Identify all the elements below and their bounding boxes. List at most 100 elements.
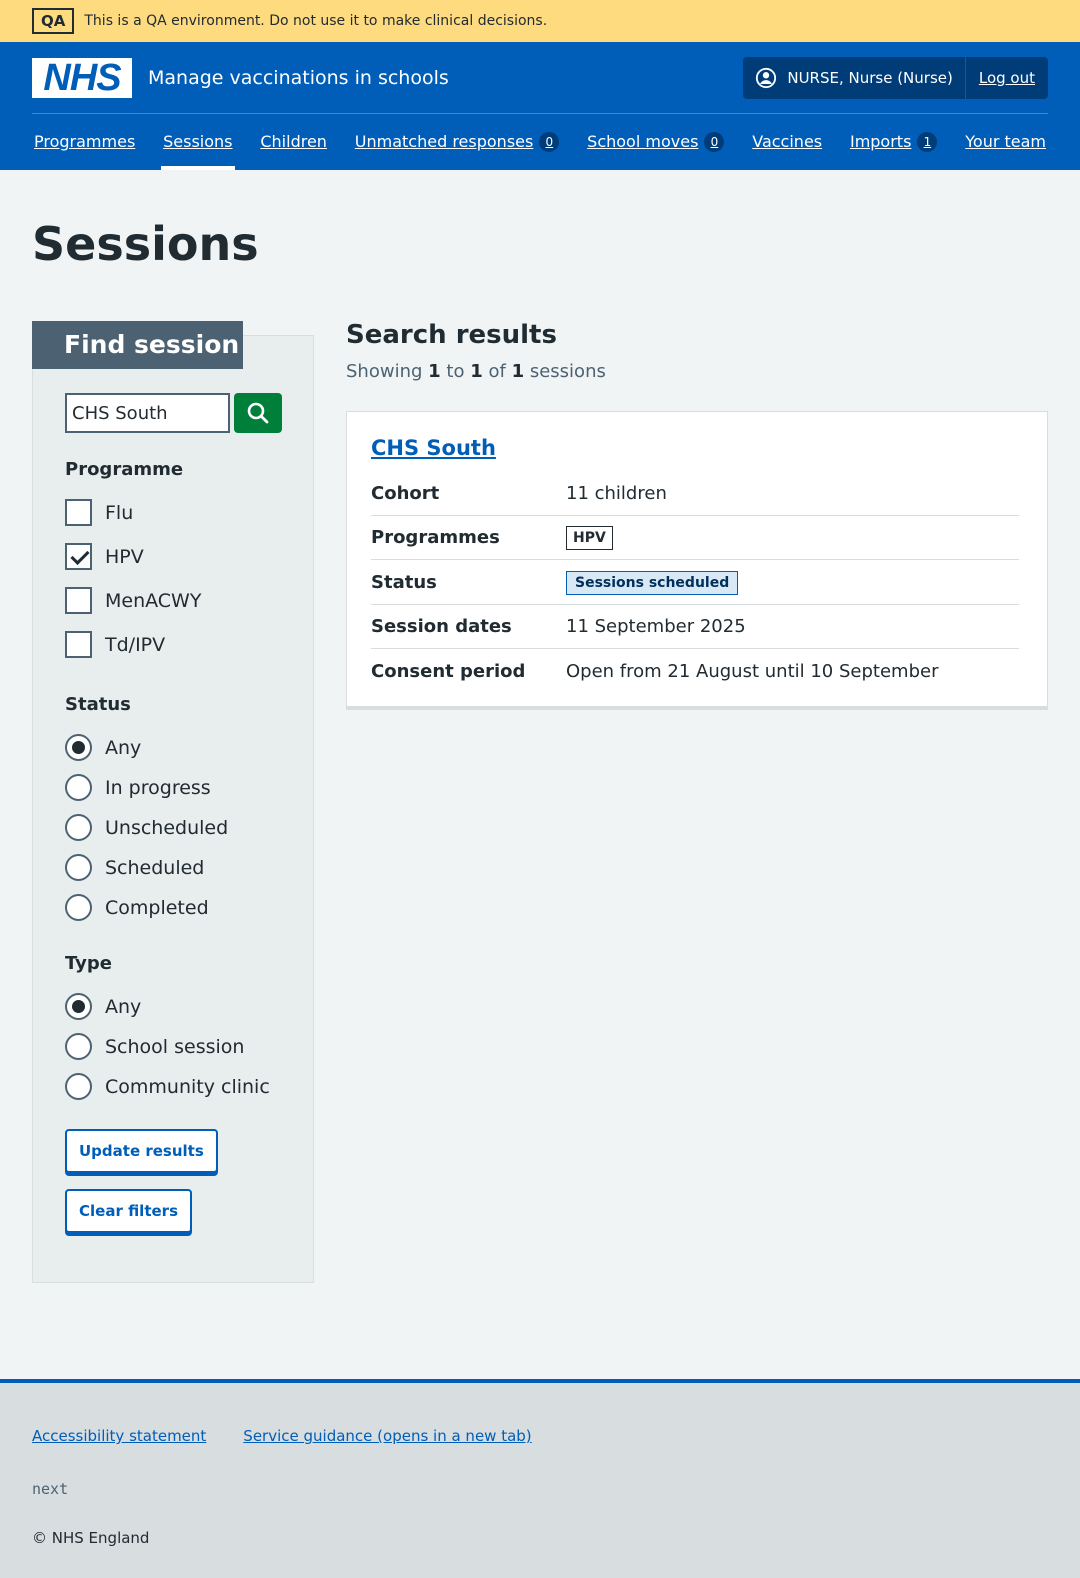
nav-vaccines[interactable]: Vaccines [752,113,822,170]
summary-value: Open from 21 August until 10 September [566,660,939,682]
search-input[interactable] [65,393,230,433]
results-total: 1 [511,361,525,382]
type-option-school-session[interactable]: School session [65,1033,244,1060]
summary-row-status: Status Sessions scheduled [371,561,1019,605]
account-user-label: NURSE, Nurse (Nurse) [787,69,953,87]
search-icon [247,402,269,424]
radio-status-scheduled[interactable] [65,854,92,881]
summary-value: 11 children [566,483,667,504]
status-option-unscheduled[interactable]: Unscheduled [65,814,228,841]
status-option-any[interactable]: Any [65,734,141,761]
session-card: CHS South Cohort 11 children Programmes … [346,411,1048,710]
type-option-label: Community clinic [105,1075,270,1098]
search-row [65,393,282,433]
programme-option-label: MenACWY [105,589,202,612]
programme-option-label: Flu [105,501,134,524]
summary-key: Cohort [371,483,440,504]
nav-unmatched-responses[interactable]: Unmatched responses 0 [355,113,560,170]
qa-tag: QA [32,8,75,34]
status-option-completed[interactable]: Completed [65,894,209,921]
nav-your-team[interactable]: Your team [965,113,1046,170]
status-option-label: Completed [105,896,209,919]
summary-key: Session dates [371,616,512,637]
status-option-label: In progress [105,776,211,799]
page-title: Sessions [32,217,259,271]
user-icon [756,67,777,89]
status-option-label: Any [105,736,142,759]
type-option-community-clinic[interactable]: Community clinic [65,1073,270,1100]
primary-navigation: Programmes Sessions Children Unmatched r… [0,113,1080,170]
summary-row-consent-period: Consent period Open from 21 August until… [371,649,1019,693]
qa-message: This is a QA environment. Do not use it … [84,13,548,29]
qa-banner: QA This is a QA environment. Do not use … [0,0,1080,42]
account-user: NURSE, Nurse (Nurse) [743,57,966,99]
checkbox-hpv[interactable] [65,543,92,570]
status-option-label: Scheduled [105,856,205,879]
footer-copyright: © NHS England [32,1529,150,1547]
results-of-word: of [488,361,506,382]
status-option-scheduled[interactable]: Scheduled [65,854,204,881]
nav-imports[interactable]: Imports 1 [849,113,938,170]
results-count: Showing 1 to 1 of 1 sessions [346,361,606,382]
nav-sessions[interactable]: Sessions [161,113,235,170]
type-option-any[interactable]: Any [65,993,141,1020]
programme-option-label: Td/IPV [105,633,166,656]
update-results-button[interactable]: Update results [65,1129,218,1173]
status-option-in-progress[interactable]: In progress [65,774,211,801]
radio-status-completed[interactable] [65,894,92,921]
radio-status-any[interactable] [65,734,92,761]
programme-tag: HPV [566,525,613,550]
footer-version: next [32,1480,69,1498]
programme-label: Programme [65,459,184,480]
footer-links: Accessibility statement Service guidance… [32,1427,569,1445]
programme-option-menacwy[interactable]: MenACWY [65,587,201,614]
service-name[interactable]: Manage vaccinations in schools [148,67,449,89]
summary-key: Consent period [371,660,526,682]
summary-row-programmes: Programmes HPV [371,516,1019,560]
site-footer: Accessibility statement Service guidance… [0,1379,1080,1578]
results-showing: Showing [346,361,423,382]
type-option-label: Any [105,995,142,1018]
account-menu: NURSE, Nurse (Nurse) Log out [743,57,1048,99]
unmatched-count-badge: 0 [539,131,560,152]
type-option-label: School session [105,1035,245,1058]
programme-option-hpv[interactable]: HPV [65,543,144,570]
nav-school-moves[interactable]: School moves 0 [587,113,725,170]
nav-school-moves-label: School moves [587,132,699,151]
type-label: Type [65,953,112,974]
nav-unmatched-label: Unmatched responses [354,132,534,151]
accessibility-statement-link[interactable]: Accessibility statement [32,1427,206,1445]
summary-row-session-dates: Session dates 11 September 2025 [371,605,1019,649]
checkbox-tdipv[interactable] [65,631,92,658]
programme-option-label: HPV [105,545,144,568]
imports-count-badge: 1 [917,131,938,152]
radio-type-community-clinic[interactable] [65,1073,92,1100]
status-label: Status [65,694,131,715]
summary-value: 11 September 2025 [566,616,746,637]
radio-status-unscheduled[interactable] [65,814,92,841]
status-tag: Sessions scheduled [566,570,739,595]
nav-imports-label: Imports [849,132,912,151]
status-option-label: Unscheduled [105,816,229,839]
logout-link[interactable]: Log out [966,69,1048,87]
radio-type-school-session[interactable] [65,1033,92,1060]
results-to-word: to [446,361,465,382]
school-moves-count-badge: 0 [704,131,725,152]
radio-status-in-progress[interactable] [65,774,92,801]
nav-programmes[interactable]: Programmes [34,113,135,170]
service-guidance-link[interactable]: Service guidance (opens in a new tab) [243,1427,531,1445]
site-header: NHS Manage vaccinations in schools NURSE… [0,42,1080,170]
nav-children[interactable]: Children [260,113,327,170]
radio-type-any[interactable] [65,993,92,1020]
session-link[interactable]: CHS South [371,436,496,460]
search-button[interactable] [234,393,282,433]
checkbox-flu[interactable] [65,499,92,526]
nhs-logo[interactable]: NHS [32,57,132,98]
summary-key: Status [371,572,437,593]
results-to: 1 [470,361,483,382]
results-title: Search results [346,320,557,350]
programme-option-flu[interactable]: Flu [65,499,133,526]
clear-filters-button[interactable]: Clear filters [65,1189,192,1233]
checkbox-menacwy[interactable] [65,587,92,614]
programme-option-tdipv[interactable]: Td/IPV [65,631,165,658]
